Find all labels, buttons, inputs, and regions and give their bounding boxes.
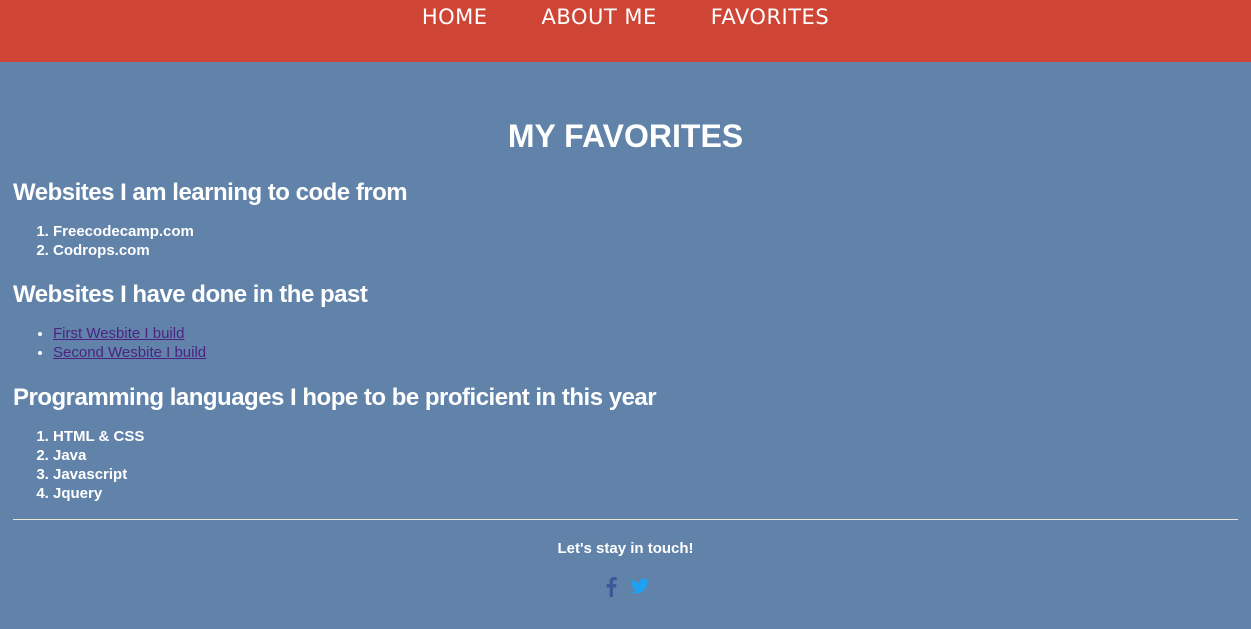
facebook-icon[interactable] bbox=[602, 575, 622, 597]
second-website-link[interactable]: Second Wesbite I build bbox=[53, 344, 206, 361]
page-title: MY FAVORITES bbox=[507, 118, 744, 154]
learning-sites-list: Freecodecamp.com Codrops.com bbox=[13, 222, 1238, 260]
nav-home-link[interactable]: HOME bbox=[422, 5, 488, 29]
first-website-link[interactable]: First Wesbite I build bbox=[53, 325, 184, 342]
list-item: Jquery bbox=[53, 484, 1238, 503]
navbar: HOME ABOUT ME FAVORITES bbox=[0, 0, 1251, 62]
list-item: HTML & CSS bbox=[53, 427, 1238, 446]
twitter-icon[interactable] bbox=[630, 575, 650, 597]
nav-about-me-link[interactable]: ABOUT ME bbox=[542, 5, 657, 29]
list-item: Second Wesbite I build bbox=[53, 343, 1238, 362]
section-heading-languages: Programming languages I hope to be profi… bbox=[13, 384, 657, 411]
past-websites-list: First Wesbite I build Second Wesbite I b… bbox=[13, 324, 1238, 362]
footer-text: Let's stay in touch! bbox=[557, 540, 694, 557]
main-content: MY FAVORITES Websites I am learning to c… bbox=[0, 116, 1251, 597]
list-item: Codrops.com bbox=[53, 241, 1238, 260]
footer-divider bbox=[13, 519, 1238, 520]
list-item: Java bbox=[53, 446, 1238, 465]
social-links bbox=[13, 575, 1238, 597]
section-heading-learning: Websites I am learning to code from bbox=[13, 179, 408, 206]
list-item: Javascript bbox=[53, 465, 1238, 484]
list-item: Freecodecamp.com bbox=[53, 222, 1238, 241]
nav-favorites-link[interactable]: FAVORITES bbox=[711, 5, 829, 29]
section-heading-past-websites: Websites I have done in the past bbox=[13, 281, 368, 308]
languages-list: HTML & CSS Java Javascript Jquery bbox=[13, 427, 1238, 503]
list-item: First Wesbite I build bbox=[53, 324, 1238, 343]
